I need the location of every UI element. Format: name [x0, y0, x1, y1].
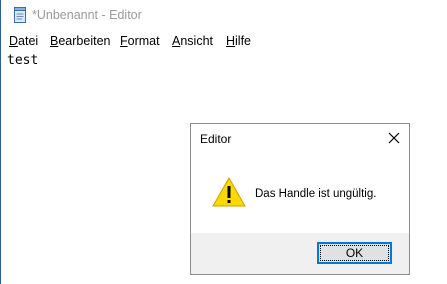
menu-bearbeiten[interactable]: Bearbeiten — [50, 34, 110, 48]
window-title: *Unbenannt - Editor — [32, 8, 142, 22]
dialog-close-button[interactable] — [381, 126, 407, 150]
dialog-title-bar[interactable]: Editor — [191, 124, 409, 153]
close-icon — [388, 132, 400, 144]
dialog-message: Das Handle ist ungültig. — [255, 188, 377, 200]
menu-ansicht[interactable]: Ansicht — [172, 34, 213, 48]
editor-content: test — [7, 53, 39, 68]
menu-format[interactable]: Format — [120, 34, 160, 48]
dialog-title: Editor — [200, 132, 232, 146]
message-dialog: Editor Das Handle ist ungültig. OK — [190, 123, 410, 275]
dialog-body: Das Handle ist ungültig. — [191, 153, 409, 233]
notepad-icon — [13, 7, 27, 23]
warning-icon — [212, 176, 246, 207]
focus-rect — [320, 245, 389, 261]
title-bar[interactable]: *Unbenannt - Editor — [1, 0, 447, 31]
menu-bar: Datei Bearbeiten Format Ansicht Hilfe — [1, 31, 447, 51]
ok-button[interactable]: OK — [317, 242, 392, 264]
menu-datei[interactable]: Datei — [9, 34, 38, 48]
menu-hilfe[interactable]: Hilfe — [226, 34, 251, 48]
